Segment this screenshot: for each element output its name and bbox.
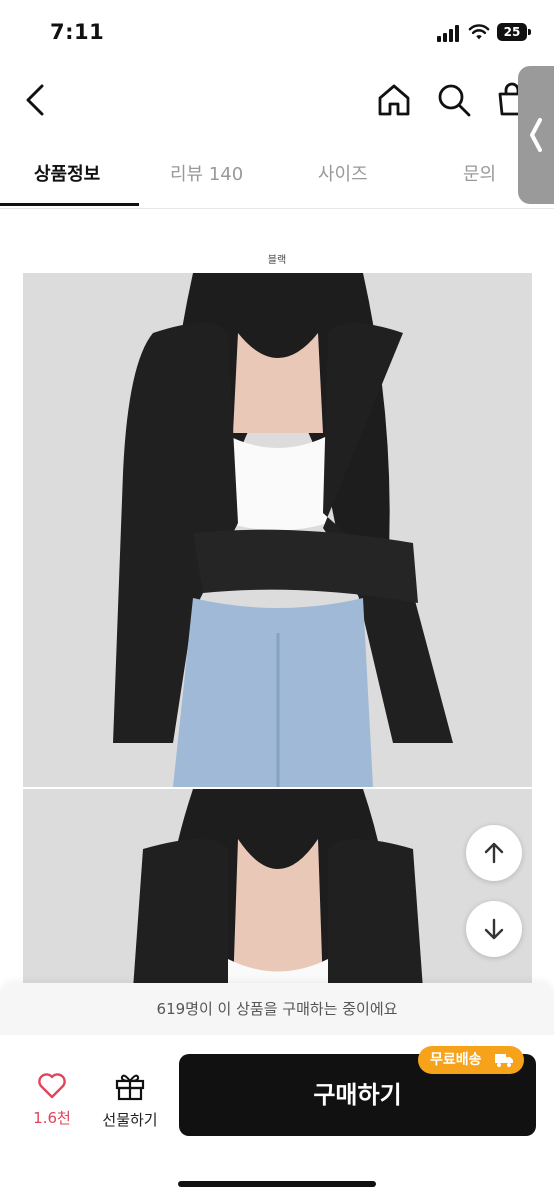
scroll-down-button[interactable] <box>466 901 522 957</box>
tab-bar: 상품정보 리뷰 140 사이즈 문의 <box>0 140 554 209</box>
home-icon[interactable] <box>374 80 414 120</box>
home-indicator <box>178 1181 376 1187</box>
truck-icon <box>495 1054 513 1067</box>
tab-reviews[interactable]: 리뷰 140 <box>170 160 243 186</box>
tab-product-info[interactable]: 상품정보 <box>34 160 100 186</box>
arrow-down-icon <box>484 918 504 940</box>
back-icon[interactable] <box>18 80 58 120</box>
gift-button[interactable]: 선물하기 <box>94 1071 166 1130</box>
status-bar: 7:11 25 <box>0 0 554 64</box>
free-shipping-badge: 무료배송 <box>418 1046 524 1074</box>
arrow-up-icon <box>484 842 504 864</box>
product-photo <box>23 273 532 787</box>
status-time: 7:11 <box>50 20 105 44</box>
signal-icon <box>437 24 463 42</box>
free-shipping-label: 무료배송 <box>430 1052 482 1068</box>
like-button[interactable]: 1.6천 <box>20 1071 84 1128</box>
battery-icon: 25 <box>497 23 531 41</box>
active-tab-indicator <box>0 203 139 206</box>
product-photo-2 <box>23 789 532 989</box>
like-count: 1.6천 <box>33 1109 71 1127</box>
gift-icon <box>115 1074 145 1101</box>
tab-size[interactable]: 사이즈 <box>318 160 368 186</box>
wifi-icon <box>468 24 490 40</box>
color-label: 블랙 <box>267 255 287 266</box>
tab-inquiry[interactable]: 문의 <box>463 160 496 186</box>
gift-label: 선물하기 <box>102 1111 158 1129</box>
heart-icon <box>38 1073 66 1099</box>
purchase-bar: 619명이 이 상품을 구매하는 중이에요 1.6천 선물하기 구매하기 <box>0 983 554 1200</box>
search-icon[interactable] <box>434 80 474 120</box>
scroll-up-button[interactable] <box>466 825 522 881</box>
buyers-notice: 619명이 이 상품을 구매하는 중이에요 <box>0 983 554 1035</box>
